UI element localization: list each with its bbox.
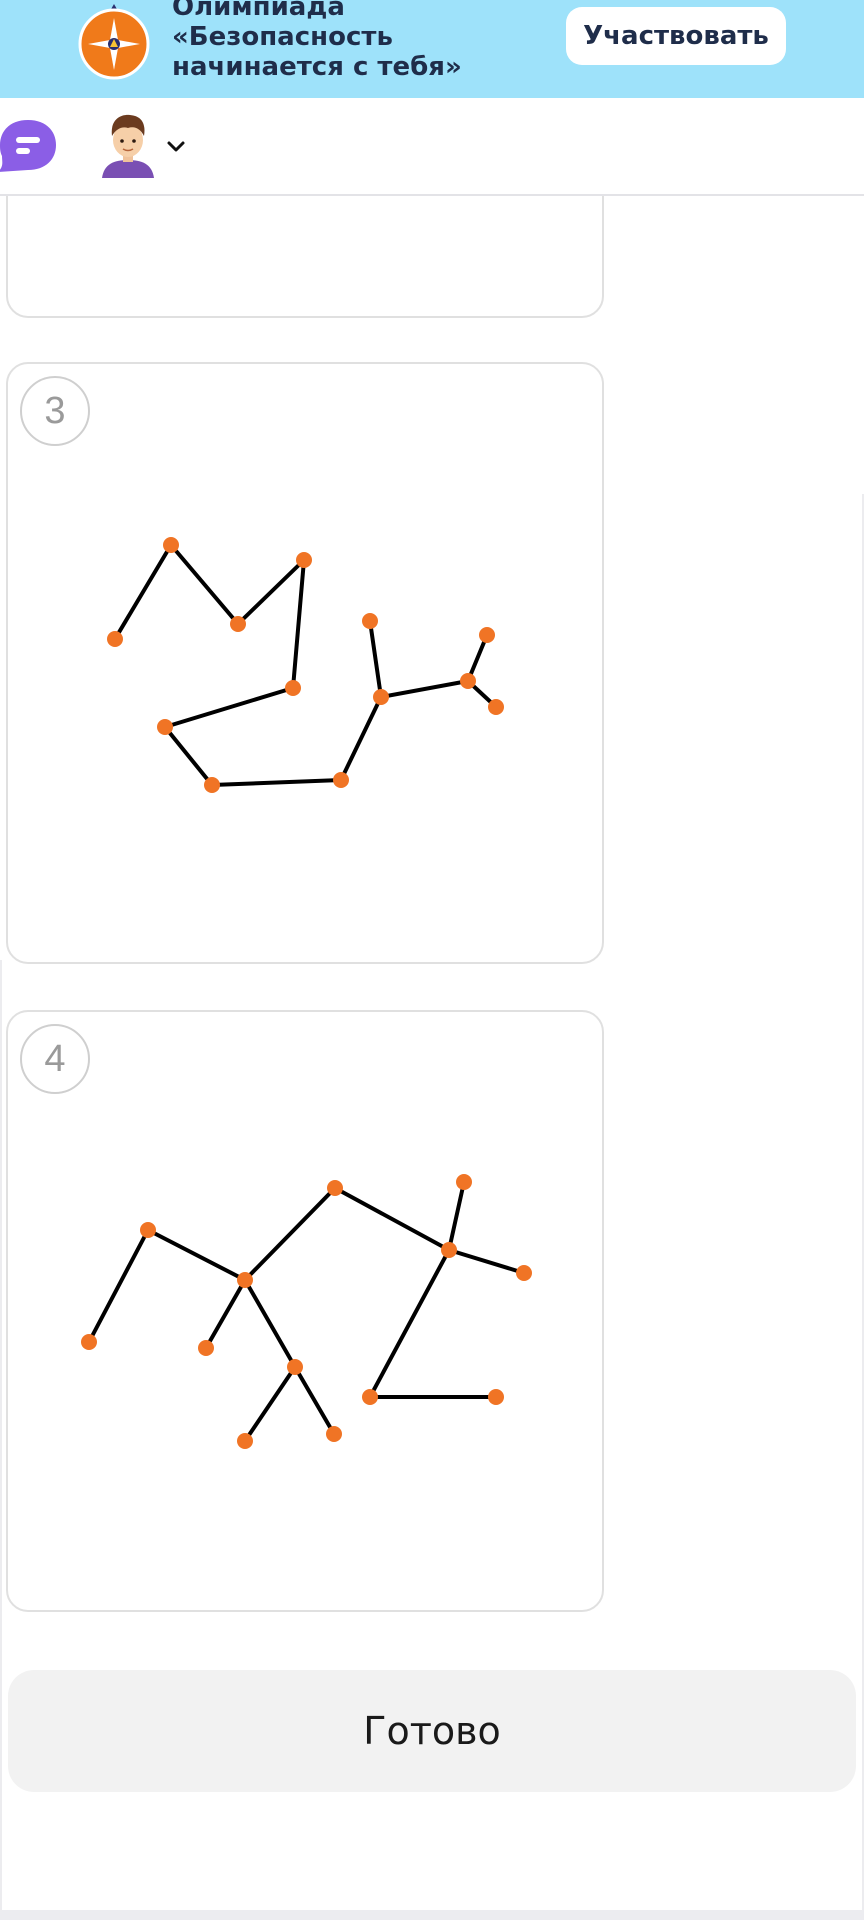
graph-edge	[87, 1228, 150, 1344]
banner-title-line: «Безопасность	[172, 22, 393, 52]
graph-node	[81, 1334, 97, 1350]
graph-node	[460, 673, 476, 689]
graph-node	[296, 552, 312, 568]
answer-card-2[interactable]	[6, 196, 604, 318]
answer-card-4[interactable]: 4	[6, 1010, 604, 1612]
compass-emblem-icon	[78, 4, 150, 80]
graph-edge	[447, 1248, 526, 1275]
graph-edge	[368, 1248, 451, 1399]
graph-edge	[113, 543, 173, 641]
graph-node	[140, 1222, 156, 1238]
graph-node	[488, 699, 504, 715]
graph-edge	[163, 725, 214, 787]
graph-edge	[236, 558, 306, 626]
graph-node	[488, 1389, 504, 1405]
avatar[interactable]	[98, 112, 158, 178]
graph-edge	[243, 1278, 297, 1369]
app-header	[0, 98, 864, 196]
graph-node	[456, 1174, 472, 1190]
graph-node	[362, 613, 378, 629]
graph-node	[326, 1426, 342, 1442]
graph-node	[163, 537, 179, 553]
participate-button[interactable]: Участвовать	[566, 7, 786, 65]
graph-node	[204, 777, 220, 793]
graph-node	[198, 1340, 214, 1356]
graph-node	[285, 680, 301, 696]
graph-edge	[291, 558, 306, 690]
graph-node	[333, 772, 349, 788]
graph-node	[107, 631, 123, 647]
graph-edge	[243, 1365, 297, 1443]
graph-node	[362, 1389, 378, 1405]
graph-node	[157, 719, 173, 735]
done-button[interactable]: Готово	[8, 1670, 856, 1792]
graph-node	[230, 616, 246, 632]
graph-edge	[210, 778, 343, 787]
graph-edge	[379, 679, 470, 699]
graph-node	[441, 1242, 457, 1258]
graph-edge	[204, 1278, 247, 1350]
olympiad-banner[interactable]: Олимпиада «Безопасность начинается с теб…	[0, 0, 864, 98]
graph-edge	[333, 1186, 451, 1252]
graph-edge	[368, 619, 383, 699]
graph-node	[287, 1359, 303, 1375]
graph-edge	[293, 1365, 336, 1436]
chat-bubble-icon[interactable]	[0, 118, 60, 174]
graph-node	[237, 1272, 253, 1288]
graph-edge	[447, 1180, 466, 1252]
graph-edge	[163, 686, 295, 729]
banner-title-line: Олимпиада	[172, 0, 345, 22]
banner-title-line: начинается с тебя»	[172, 52, 462, 82]
graph-edge	[146, 1228, 247, 1282]
constellation-graph-3	[107, 537, 504, 793]
graph-edge	[339, 695, 383, 782]
graph-node	[373, 689, 389, 705]
left-divider	[0, 960, 2, 1912]
graph-node	[237, 1433, 253, 1449]
chevron-down-icon[interactable]	[164, 134, 188, 158]
task-content: 3 4 Готово	[0, 196, 864, 1912]
graph-edge	[169, 543, 240, 626]
answer-card-3[interactable]: 3	[6, 362, 604, 964]
graph-node	[327, 1180, 343, 1196]
constellation-graph-4	[81, 1174, 532, 1449]
graph-edge	[243, 1186, 337, 1282]
graph-node	[516, 1265, 532, 1281]
graph-node	[479, 627, 495, 643]
banner-title: Олимпиада «Безопасность начинается с теб…	[172, 0, 532, 82]
bottom-bar	[0, 1910, 864, 1920]
